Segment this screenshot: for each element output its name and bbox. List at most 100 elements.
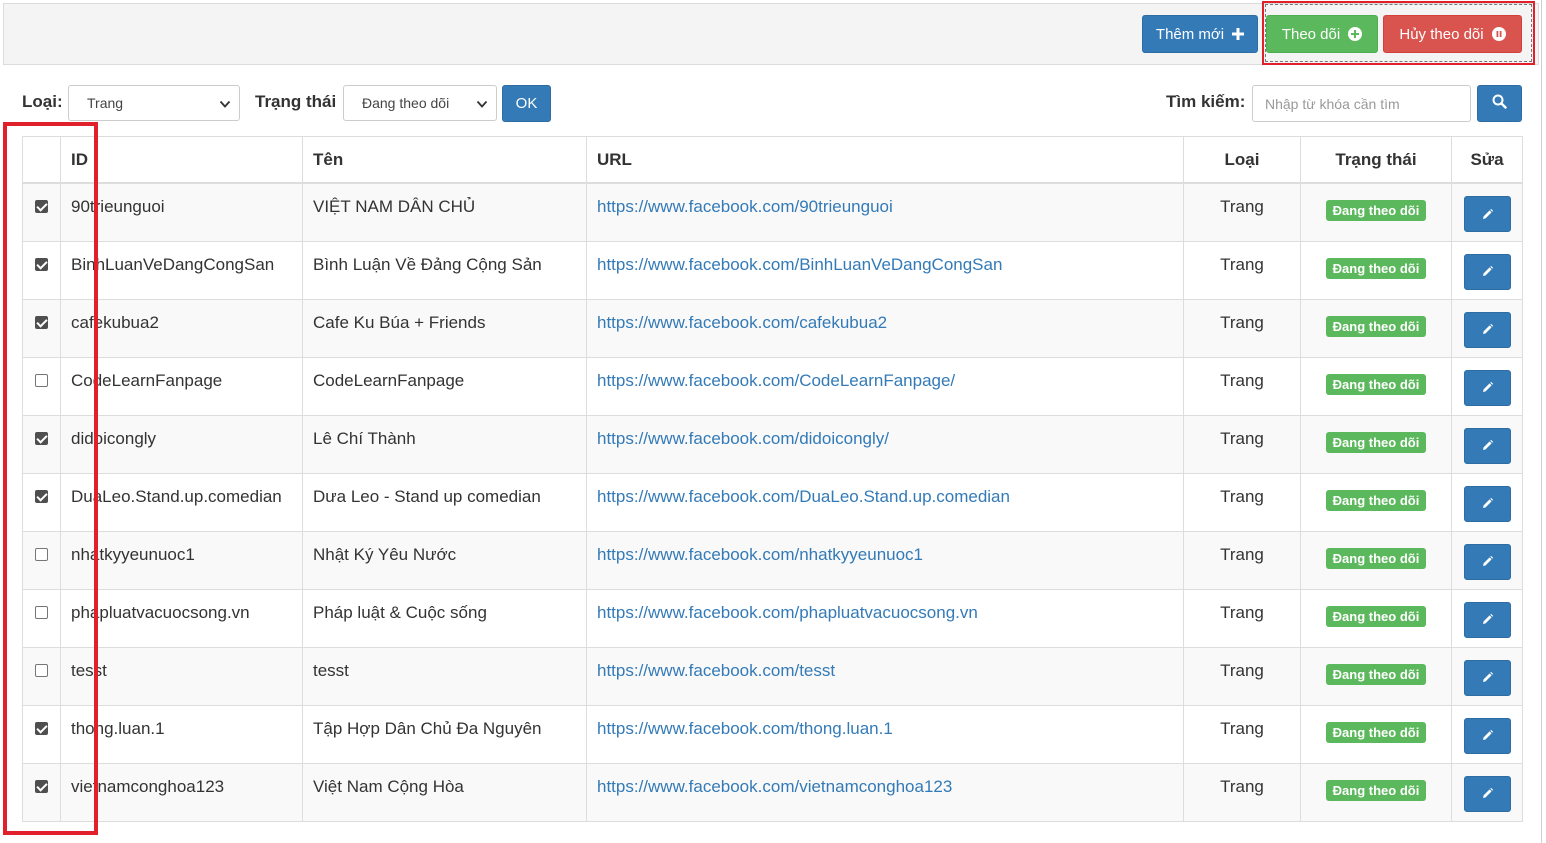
page-edge <box>1541 0 1542 843</box>
url-link[interactable]: https://www.facebook.com/cafekubua2 <box>586 298 1184 358</box>
status-badge: Đang theo dõi <box>1325 315 1427 337</box>
row-checkbox[interactable] <box>35 373 48 387</box>
edit-button[interactable] <box>1463 369 1511 406</box>
edit-cell <box>1451 298 1523 358</box>
header-status[interactable]: Trạng thái <box>1300 136 1452 184</box>
name-cell: Việt Nam Cộng Hòa <box>302 762 587 822</box>
type-cell: Trang <box>1183 182 1301 242</box>
status-badge: Đang theo dõi <box>1325 663 1427 685</box>
plus-icon <box>1232 28 1245 40</box>
id-cell: nhatkyyeunuoc1 <box>60 530 303 590</box>
row-select-cell <box>22 588 61 648</box>
table-row: 90trieunguoi VIỆT NAM DÂN CHỦ https://www.… <box>22 182 1523 242</box>
ok-button[interactable]: OK <box>502 85 551 122</box>
url-link[interactable]: https://www.facebook.com/DuaLeo.Stand.up… <box>586 472 1184 532</box>
edit-cell <box>1451 704 1523 764</box>
row-select-cell <box>22 414 61 474</box>
edit-button[interactable] <box>1463 253 1511 290</box>
search-input[interactable] <box>1252 85 1471 122</box>
search-button[interactable] <box>1477 85 1522 122</box>
url-link[interactable]: https://www.facebook.com/90trieunguoi <box>586 182 1184 242</box>
row-select-cell <box>22 240 61 300</box>
type-cell: Trang <box>1183 414 1301 474</box>
status-cell: Đang theo dõi <box>1300 530 1452 590</box>
url-link[interactable]: https://www.facebook.com/BinhLuanVeDangC… <box>586 240 1184 300</box>
row-checkbox[interactable] <box>35 315 48 329</box>
row-checkbox[interactable] <box>35 721 48 735</box>
edit-cell <box>1451 588 1523 648</box>
edit-button[interactable] <box>1463 311 1511 348</box>
edit-cell <box>1451 530 1523 590</box>
edit-button[interactable] <box>1463 659 1511 696</box>
edit-button[interactable] <box>1463 775 1511 812</box>
id-cell: BinhLuanVeDangCongSan <box>60 240 303 300</box>
edit-button[interactable] <box>1463 196 1511 232</box>
row-checkbox[interactable] <box>35 200 48 213</box>
header-id[interactable]: ID <box>60 136 303 184</box>
table-row: didoicongly Lê Chí Thành https://www.faceb… <box>22 414 1523 474</box>
type-cell: Trang <box>1183 530 1301 590</box>
row-select-cell <box>22 530 61 590</box>
id-cell: didoicongly <box>60 414 303 474</box>
url-link[interactable]: https://www.facebook.com/tesst <box>586 646 1184 706</box>
pencil-icon <box>1481 439 1494 452</box>
status-filter-label: Trạng thái <box>255 92 337 111</box>
table-row: vietnamconghoa123 Việt Nam Cộng Hòa https:… <box>22 762 1523 822</box>
follow-label: Theo dõi <box>1281 25 1341 43</box>
url-link[interactable]: https://www.facebook.com/didoicongly/ <box>586 414 1184 474</box>
header-url[interactable]: URL <box>586 136 1184 184</box>
table-row: CodeLearnFanpage CodeLearnFanpage https://… <box>22 356 1523 416</box>
row-checkbox[interactable] <box>35 257 48 271</box>
header-type[interactable]: Loại <box>1183 136 1301 184</box>
type-cell: Trang <box>1183 762 1301 822</box>
search-label: Tìm kiếm: <box>1166 92 1246 111</box>
pencil-icon <box>1481 671 1494 684</box>
url-link[interactable]: https://www.facebook.com/thong.luan.1 <box>586 704 1184 764</box>
row-checkbox[interactable] <box>35 663 48 677</box>
status-cell: Đang theo dõi <box>1300 298 1452 358</box>
row-checkbox[interactable] <box>35 489 48 503</box>
id-cell: tesst <box>60 646 303 706</box>
row-select-cell <box>22 356 61 416</box>
follow-button[interactable]: Theo dõi <box>1266 15 1378 53</box>
edit-button[interactable] <box>1463 601 1511 638</box>
status-badge: Đang theo dõi <box>1325 257 1427 279</box>
edit-button[interactable] <box>1463 485 1511 522</box>
edit-button[interactable] <box>1463 543 1511 580</box>
edit-button[interactable] <box>1463 427 1511 464</box>
unfollow-button[interactable]: Hủy theo dõi <box>1383 15 1522 53</box>
table-row: phapluatvacuocsong.vn Pháp luật & Cuộc số… <box>22 588 1523 648</box>
status-select[interactable]: Đang theo dõi <box>343 85 497 121</box>
row-checkbox[interactable] <box>35 605 48 619</box>
pencil-icon <box>1481 555 1494 568</box>
id-cell: vietnamconghoa123 <box>60 762 303 822</box>
row-checkbox[interactable] <box>35 547 48 561</box>
plus-circle-icon <box>1348 27 1363 41</box>
header-name[interactable]: Tên <box>302 136 587 184</box>
id-cell: phapluatvacuocsong.vn <box>60 588 303 648</box>
status-cell: Đang theo dõi <box>1300 414 1452 474</box>
edit-button[interactable] <box>1463 717 1511 754</box>
type-cell: Trang <box>1183 646 1301 706</box>
type-cell: Trang <box>1183 588 1301 648</box>
url-link[interactable]: https://www.facebook.com/phapluatvacuocs… <box>586 588 1184 648</box>
type-select-value: Trang <box>87 95 124 111</box>
status-cell: Đang theo dõi <box>1300 240 1452 300</box>
id-cell: cafekubua2 <box>60 298 303 358</box>
type-filter-label: Loại: <box>22 92 63 111</box>
edit-cell <box>1451 762 1523 822</box>
name-cell: Pháp luật & Cuộc sống <box>302 588 587 648</box>
table-row: thong.luan.1 Tập Hợp Dân Chủ Đa Nguyên htt… <box>22 704 1523 764</box>
url-link[interactable]: https://www.facebook.com/nhatkyyeunuoc1 <box>586 530 1184 590</box>
row-checkbox[interactable] <box>35 431 48 445</box>
url-link[interactable]: https://www.facebook.com/CodeLearnFanpag… <box>586 356 1184 416</box>
pencil-icon <box>1481 787 1494 800</box>
url-link[interactable]: https://www.facebook.com/vietnamconghoa1… <box>586 762 1184 822</box>
type-cell: Trang <box>1183 240 1301 300</box>
row-checkbox[interactable] <box>35 779 48 793</box>
add-new-button[interactable]: Thêm mới <box>1142 15 1258 53</box>
search-icon <box>1492 94 1507 113</box>
type-select[interactable]: Trang <box>68 85 240 121</box>
status-badge: Đang theo dõi <box>1325 489 1427 511</box>
row-select-cell <box>22 182 61 242</box>
